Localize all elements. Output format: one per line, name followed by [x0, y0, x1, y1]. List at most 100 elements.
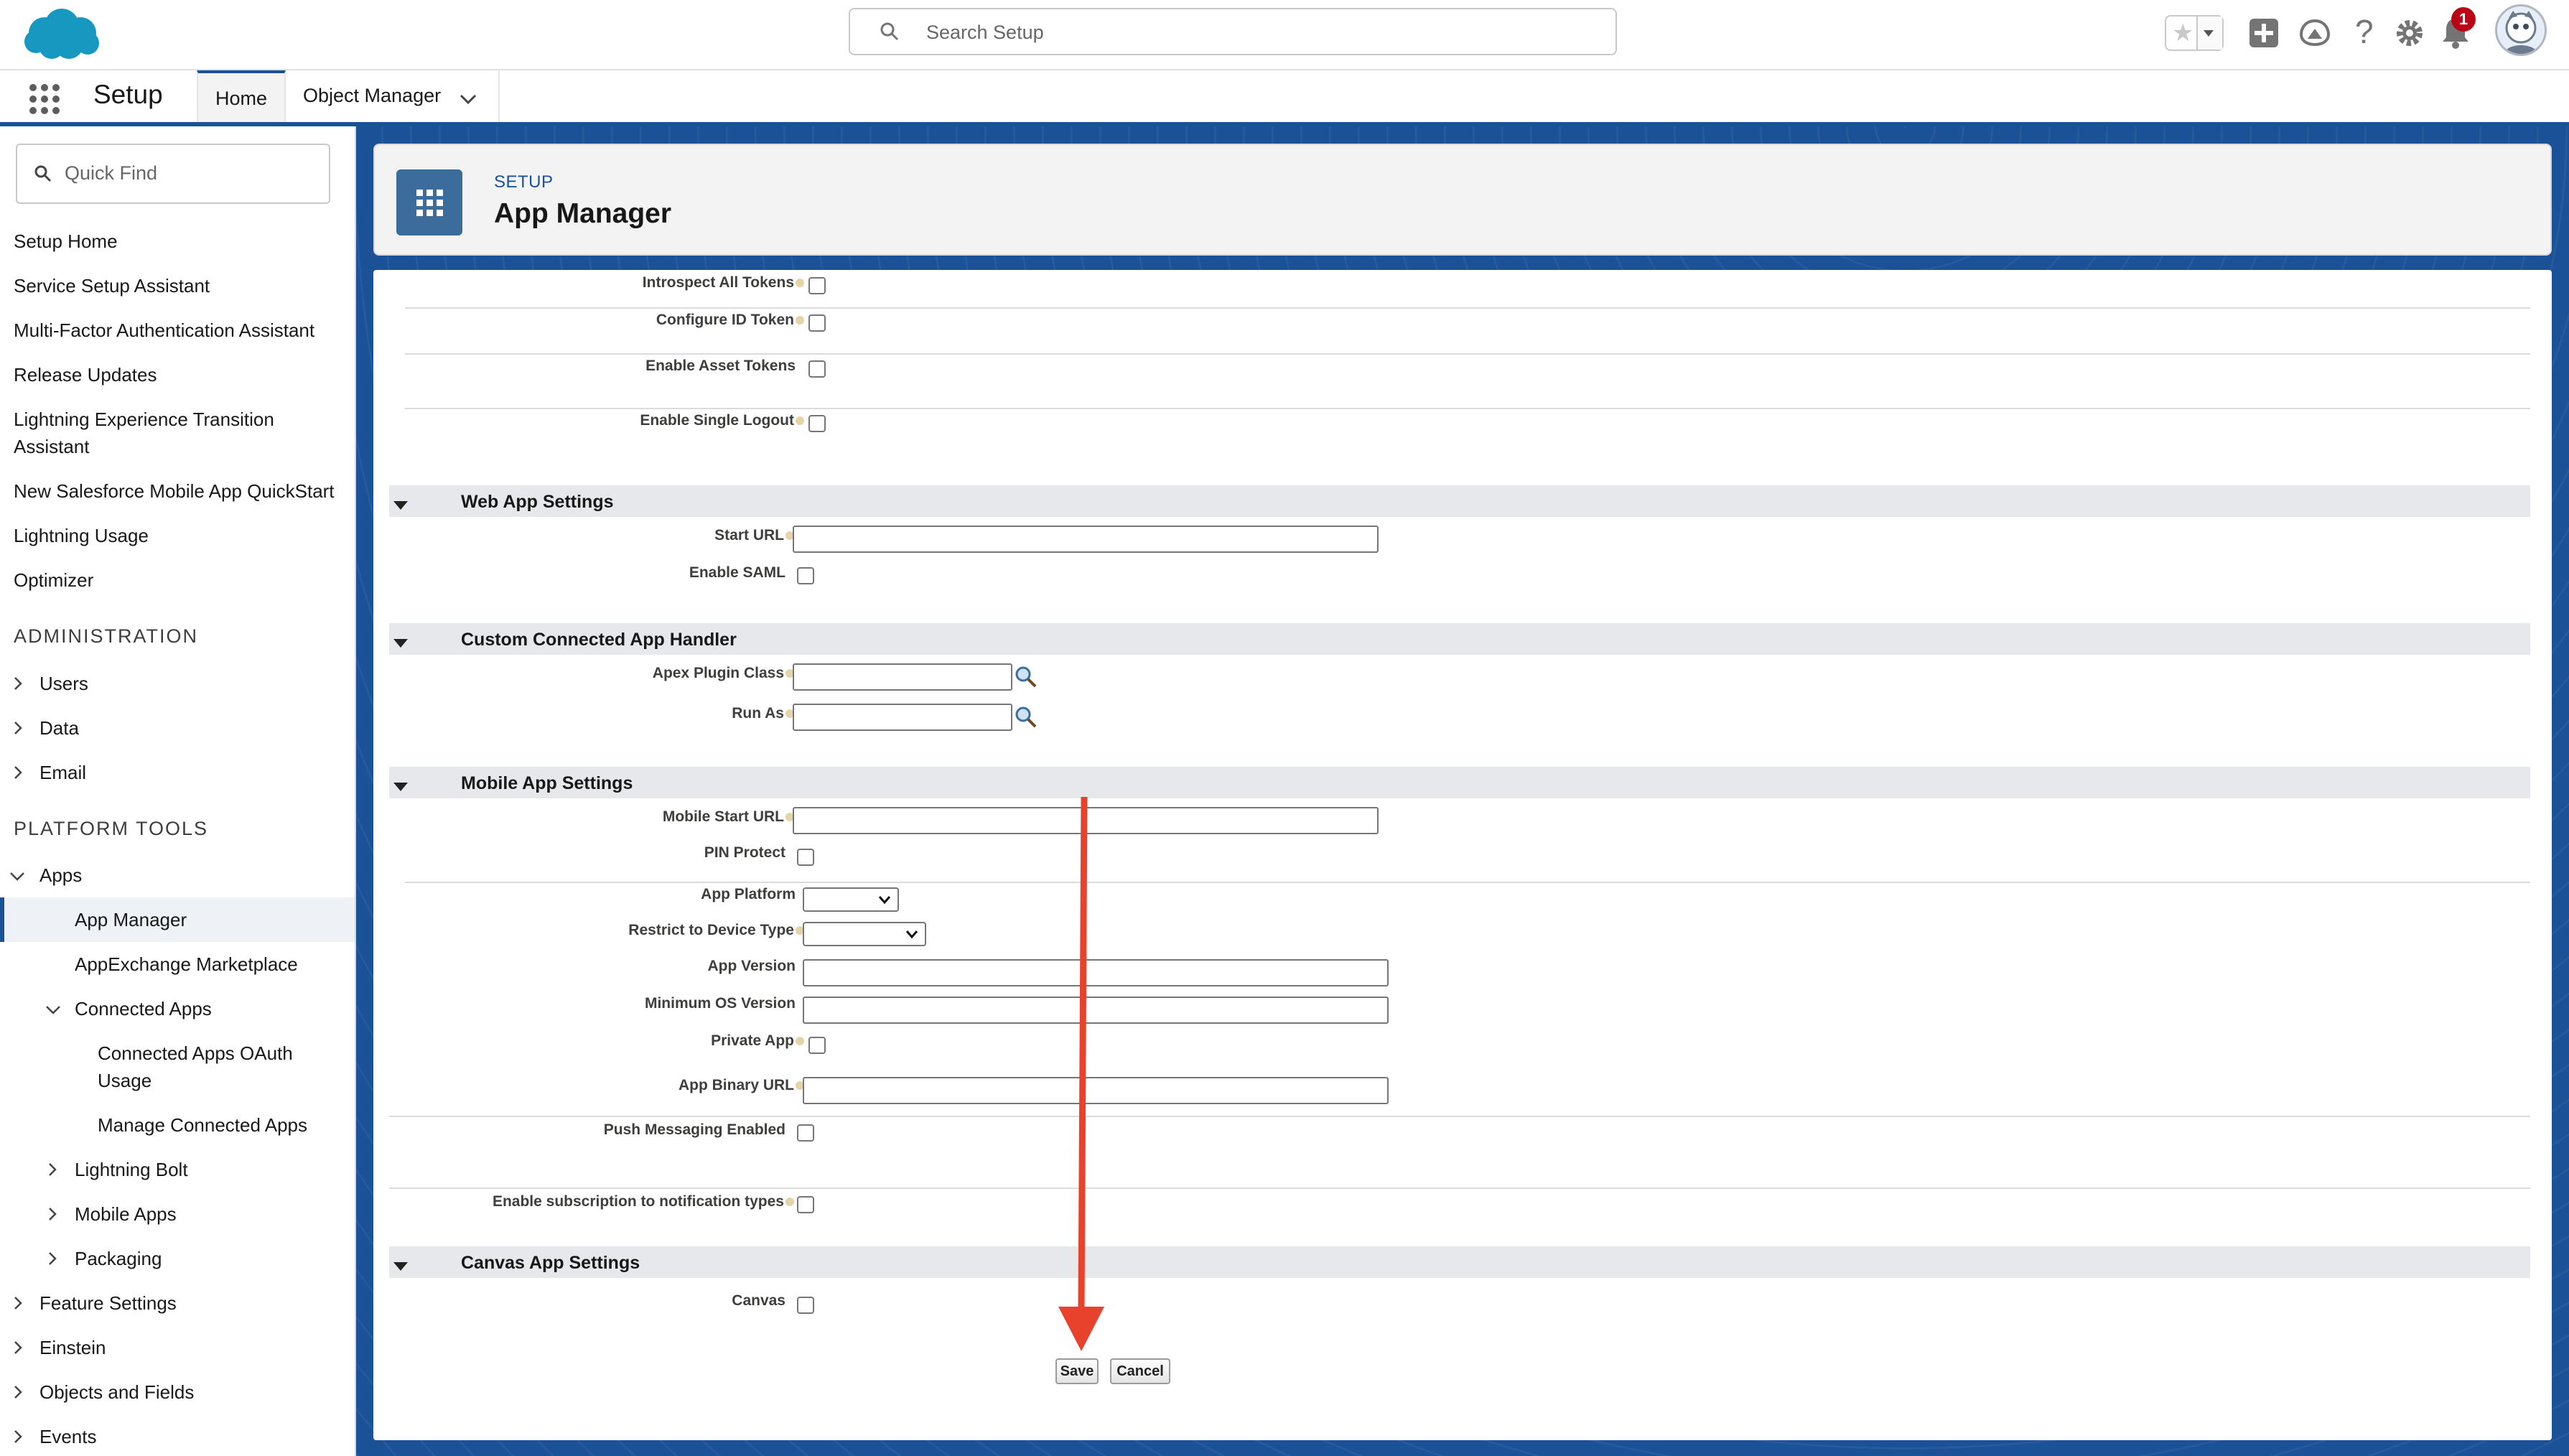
introspect-tokens-checkbox[interactable]	[808, 277, 826, 294]
gear-icon[interactable]	[2394, 17, 2425, 52]
global-actions-icon[interactable]	[2249, 18, 2279, 52]
help-info-icon[interactable]	[796, 1037, 804, 1046]
chevron-right-icon[interactable]	[11, 676, 24, 695]
tab-home-label: Home	[215, 88, 268, 109]
sidebar-item-mobile-quickstart[interactable]: New Salesforce Mobile App QuickStart	[14, 477, 335, 505]
sidebar-item-connected-apps-oauth-usage[interactable]: Connected Apps OAuth	[98, 1040, 293, 1067]
collapse-triangle-icon[interactable]	[392, 633, 409, 654]
chevron-right-icon[interactable]	[11, 1340, 24, 1359]
apex-plugin-class-label: Apex Plugin Class	[653, 665, 794, 682]
sidebar-item-setup-home[interactable]: Setup Home	[14, 228, 118, 255]
collapse-triangle-icon[interactable]	[392, 777, 409, 798]
tab-home[interactable]: Home	[197, 70, 286, 122]
help-info-icon[interactable]	[796, 279, 804, 288]
sidebar-item-einstein[interactable]: Einstein	[39, 1334, 106, 1361]
chevron-right-icon[interactable]	[46, 1162, 59, 1181]
chevron-down-icon[interactable]	[9, 869, 26, 886]
canvas-checkbox[interactable]	[797, 1297, 814, 1314]
chevron-right-icon[interactable]	[11, 720, 24, 739]
section-canvas-app-settings[interactable]: Canvas App Settings	[389, 1246, 2530, 1278]
chevron-right-icon[interactable]	[46, 1251, 59, 1270]
restrict-device-type-label: Restrict to Device Type	[628, 922, 804, 939]
restrict-device-type-select[interactable]	[803, 922, 926, 946]
app-platform-select[interactable]	[803, 887, 899, 912]
pin-protect-checkbox[interactable]	[797, 849, 814, 866]
breadcrumb[interactable]: SETUP	[494, 172, 554, 192]
enable-asset-tokens-label: Enable Asset Tokens	[645, 358, 796, 374]
star-icon: ★	[2172, 19, 2194, 47]
help-info-icon[interactable]	[796, 416, 804, 426]
sidebar-item-release-updates[interactable]: Release Updates	[14, 361, 157, 388]
chevron-down-icon[interactable]	[45, 1003, 62, 1019]
enable-single-logout-label: Enable Single Logout	[640, 412, 804, 429]
help-info-icon[interactable]	[796, 316, 804, 325]
chevron-right-icon[interactable]	[11, 1429, 24, 1448]
lookup-magnifier-icon[interactable]	[1014, 665, 1038, 693]
page-header: SETUP App Manager	[373, 144, 2552, 256]
enable-saml-checkbox[interactable]	[797, 567, 814, 584]
sidebar-item-service-setup-assistant[interactable]: Service Setup Assistant	[14, 272, 210, 299]
sidebar-item-data[interactable]: Data	[39, 714, 79, 742]
section-mobile-app-settings[interactable]: Mobile App Settings	[389, 767, 2530, 798]
global-header: Search Setup ★ ? 1	[0, 0, 2569, 70]
sidebar-item-lightning-transition-assistant-line2[interactable]: Assistant	[14, 433, 90, 460]
enable-asset-tokens-checkbox[interactable]	[808, 360, 826, 378]
sidebar-item-events[interactable]: Events	[39, 1423, 97, 1450]
enable-subscription-checkbox[interactable]	[797, 1196, 814, 1213]
sidebar-item-connected-apps[interactable]: Connected Apps	[75, 995, 212, 1022]
section-web-app-settings[interactable]: Web App Settings	[389, 485, 2530, 517]
start-url-input[interactable]	[793, 526, 1379, 553]
sidebar-item-app-manager[interactable]: App Manager	[75, 906, 187, 933]
app-launcher-icon[interactable]	[29, 83, 60, 118]
run-as-input[interactable]	[793, 704, 1012, 731]
global-search-input[interactable]: Search Setup	[849, 8, 1617, 55]
user-avatar[interactable]	[2495, 4, 2547, 56]
tab-object-manager[interactable]: Object Manager	[286, 70, 500, 122]
run-as-label: Run As	[732, 705, 794, 722]
apex-plugin-class-input[interactable]	[793, 663, 1012, 691]
app-platform-label: App Platform	[701, 886, 796, 902]
sidebar-item-apps[interactable]: Apps	[39, 862, 82, 889]
favorites-dropdown-button[interactable]	[2196, 17, 2222, 50]
sidebar-item-connected-apps-oauth-usage-line2[interactable]: Usage	[98, 1067, 151, 1094]
sidebar-item-appexchange-marketplace[interactable]: AppExchange Marketplace	[75, 951, 298, 978]
sidebar-item-objects-and-fields[interactable]: Objects and Fields	[39, 1378, 194, 1406]
chevron-down-icon[interactable]	[458, 89, 478, 111]
chevron-right-icon[interactable]	[46, 1206, 59, 1226]
sidebar-item-lightning-usage[interactable]: Lightning Usage	[14, 522, 149, 549]
salesforce-cloud-logo[interactable]	[17, 4, 103, 68]
cancel-button[interactable]: Cancel	[1110, 1358, 1170, 1384]
tab-object-manager-label: Object Manager	[303, 85, 442, 106]
search-icon	[879, 21, 900, 46]
chevron-right-icon[interactable]	[11, 765, 24, 784]
help-info-icon[interactable]	[785, 1198, 794, 1207]
sidebar-item-lightning-bolt[interactable]: Lightning Bolt	[75, 1156, 188, 1183]
trailhead-guidance-icon[interactable]	[2299, 19, 2331, 51]
sidebar-item-email[interactable]: Email	[39, 759, 86, 786]
help-icon[interactable]: ?	[2352, 13, 2377, 54]
chevron-right-icon[interactable]	[11, 1295, 24, 1315]
configure-id-token-checkbox[interactable]	[808, 314, 826, 332]
sidebar-item-lightning-transition-assistant[interactable]: Lightning Experience Transition	[14, 406, 274, 433]
sidebar-item-mfa-assistant[interactable]: Multi-Factor Authentication Assistant	[14, 317, 314, 344]
lookup-magnifier-icon[interactable]	[1014, 705, 1038, 733]
collapse-triangle-icon[interactable]	[392, 1256, 409, 1277]
sidebar-item-feature-settings[interactable]: Feature Settings	[39, 1289, 177, 1317]
quick-find-input[interactable]: Quick Find	[16, 144, 330, 204]
annotation-arrow	[1047, 796, 1119, 1361]
private-app-label: Private App	[711, 1032, 804, 1050]
chevron-right-icon[interactable]	[11, 1384, 24, 1404]
sidebar-item-mobile-apps[interactable]: Mobile Apps	[75, 1200, 177, 1228]
sidebar-item-manage-connected-apps[interactable]: Manage Connected Apps	[98, 1111, 307, 1139]
save-button[interactable]: Save	[1055, 1358, 1099, 1384]
sidebar-item-packaging[interactable]: Packaging	[75, 1245, 162, 1272]
private-app-checkbox[interactable]	[808, 1037, 826, 1054]
sidebar-item-optimizer[interactable]: Optimizer	[14, 566, 93, 594]
section-custom-connected-app-handler[interactable]: Custom Connected App Handler	[389, 623, 2530, 655]
favorites-button[interactable]: ★	[2165, 15, 2224, 51]
push-messaging-enabled-checkbox[interactable]	[797, 1124, 814, 1142]
sidebar-item-users[interactable]: Users	[39, 670, 88, 697]
collapse-triangle-icon[interactable]	[392, 495, 409, 516]
app-name: Setup	[93, 80, 163, 109]
enable-single-logout-checkbox[interactable]	[808, 415, 826, 432]
